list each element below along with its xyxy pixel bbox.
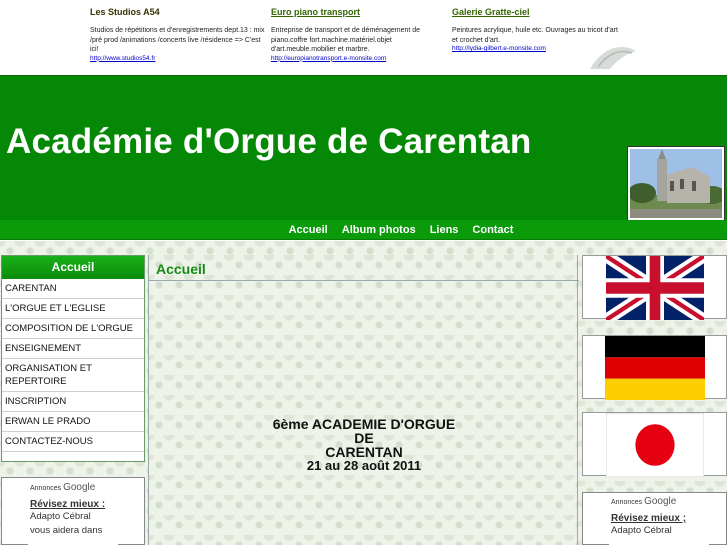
nav-link-liens[interactable]: Liens bbox=[430, 220, 459, 240]
nav-link-contact[interactable]: Contact bbox=[472, 220, 513, 240]
main-content: Accueil 6ème ACADEMIE D'ORGUE DE CARENTA… bbox=[148, 255, 579, 545]
ad-url[interactable]: http://europianotransport.e-monsite.com bbox=[271, 55, 451, 62]
main-nav: Accueil Album photos Liens Contact bbox=[0, 220, 727, 240]
germany-flag-icon[interactable] bbox=[605, 336, 705, 400]
ad-decoration-icon bbox=[590, 46, 636, 69]
sidebar-heading[interactable]: Accueil bbox=[2, 256, 144, 279]
announcement-line: DE bbox=[354, 430, 374, 446]
sidebar-item-carentan[interactable]: CARENTAN bbox=[2, 279, 144, 299]
title-divider bbox=[149, 280, 579, 281]
ads-label: Annonces Google bbox=[30, 482, 96, 493]
ad-title[interactable]: Galerie Gratte-ciel bbox=[452, 7, 622, 17]
google-logo: Google bbox=[63, 482, 96, 493]
site-header: Académie d'Orgue de Carentan bbox=[0, 75, 727, 221]
announcement-dates: 21 au 28 août 2011 bbox=[306, 458, 422, 473]
site-title: Académie d'Orgue de Carentan bbox=[6, 122, 532, 161]
sidebar-item-composition[interactable]: COMPOSITION DE L'ORGUE bbox=[2, 319, 144, 339]
nav-link-accueil[interactable]: Accueil bbox=[289, 220, 328, 240]
ad-link-title[interactable]: Révisez mieux : bbox=[30, 499, 116, 510]
ad-description: Entreprise de transport et de déménageme… bbox=[271, 27, 421, 53]
announcement-line: 6ème ACADEMIE D'ORGUE bbox=[272, 416, 456, 432]
ad-description: Studios de répétitions et d'enregistreme… bbox=[90, 27, 265, 53]
ad-title[interactable]: Les Studios A54 bbox=[90, 7, 270, 17]
google-ads-right: Annonces Google Révisez mieux ; Adapto C… bbox=[582, 492, 727, 545]
language-german[interactable] bbox=[582, 335, 727, 400]
sidebar-item-contactez-nous[interactable]: CONTACTEZ-NOUS bbox=[2, 432, 144, 452]
ad-url[interactable]: http://www.studios54.fr bbox=[90, 55, 270, 62]
nav-link-album-photos[interactable]: Album photos bbox=[342, 220, 416, 240]
ads-label: Annonces Google bbox=[611, 496, 677, 507]
announcement-line: CARENTAN bbox=[325, 444, 403, 460]
page-title: Accueil bbox=[156, 261, 206, 277]
sidebar-item-inscription[interactable]: INSCRIPTION bbox=[2, 392, 144, 412]
church-image-icon bbox=[630, 149, 722, 218]
sidebar-item-orgue-eglise[interactable]: L'ORGUE ET L'EGLISE bbox=[2, 299, 144, 319]
language-japanese[interactable] bbox=[582, 412, 727, 477]
sidebar-item-organisation[interactable]: ORGANISATION ET REPERTOIRE bbox=[2, 359, 144, 392]
ad-text: Adapto Cébral bbox=[30, 511, 91, 522]
ad-text: vous aidera dans bbox=[30, 525, 103, 536]
top-ad-banner: Les Studios A54 Studios de répétitions e… bbox=[87, 3, 638, 71]
academy-announcement: 6ème ACADEMIE D'ORGUE DE CARENTAN 21 au … bbox=[149, 417, 579, 473]
sidebar-item-erwan-le-prado[interactable]: ERWAN LE PRADO bbox=[2, 412, 144, 432]
ad-item[interactable]: Euro piano transport Entreprise de trans… bbox=[271, 3, 451, 62]
ad-text: Adapto Cébral bbox=[611, 525, 672, 536]
language-english[interactable] bbox=[582, 255, 727, 320]
sidebar-menu: Accueil CARENTAN L'ORGUE ET L'EGLISE COM… bbox=[1, 255, 145, 462]
google-ads-left: Annonces Google Révisez mieux : Adapto C… bbox=[1, 477, 145, 545]
google-logo: Google bbox=[644, 496, 677, 507]
ad-item[interactable]: Les Studios A54 Studios de répétitions e… bbox=[90, 3, 270, 62]
uk-flag-icon[interactable] bbox=[606, 256, 704, 320]
sidebar-item-enseignement[interactable]: ENSEIGNEMENT bbox=[2, 339, 144, 359]
japan-flag-icon[interactable] bbox=[606, 413, 704, 477]
church-photo bbox=[627, 146, 725, 221]
ad-title[interactable]: Euro piano transport bbox=[271, 7, 451, 17]
ad-link-title[interactable]: Révisez mieux ; bbox=[611, 513, 707, 524]
